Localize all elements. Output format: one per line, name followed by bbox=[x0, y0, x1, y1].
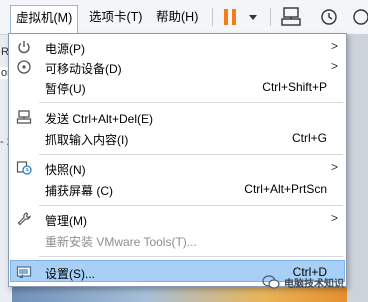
snapshot-icon bbox=[16, 161, 32, 175]
menu-item-capture-screen[interactable]: 捕获屏幕 (C) Ctrl+Alt+PrtScn bbox=[10, 179, 345, 199]
menu-item-label: 快照(N) bbox=[45, 163, 86, 177]
removable-device-icon bbox=[17, 60, 31, 74]
revert-snapshot-icon[interactable] bbox=[350, 5, 368, 29]
menu-item-send-ctrl-alt-del[interactable]: 发送 Ctrl+Alt+Del(E) bbox=[10, 107, 345, 127]
menu-vm-label: 虚拟机(M) bbox=[16, 11, 73, 25]
toolbar-separator bbox=[270, 8, 271, 26]
menu-vm[interactable]: 虚拟机(M) bbox=[10, 5, 79, 35]
submenu-arrow-icon: > bbox=[330, 211, 338, 225]
keyboard-send-icon bbox=[16, 110, 32, 124]
menu-item-label: 抓取输入内容(I) bbox=[45, 133, 129, 147]
settings-icon bbox=[16, 266, 32, 278]
menu-item-label: 电源(P) bbox=[45, 42, 85, 56]
wrench-icon bbox=[17, 212, 31, 226]
menu-help[interactable]: 帮助(H) bbox=[151, 6, 203, 28]
submenu-arrow-icon: > bbox=[330, 160, 338, 174]
menu-item-label: 捕获屏幕 (C) bbox=[45, 184, 113, 198]
snapshot-toolbar-icon[interactable] bbox=[318, 5, 340, 29]
pause-icon[interactable] bbox=[220, 5, 260, 29]
menu-separator bbox=[39, 256, 343, 257]
menu-item-label: 发送 Ctrl+Alt+Del(E) bbox=[45, 112, 154, 126]
menu-tabs-label: 选项卡(T) bbox=[89, 10, 143, 24]
menu-item-label: 重新安装 VMware Tools(T)... bbox=[45, 235, 197, 249]
menu-separator bbox=[39, 102, 343, 103]
menu-separator bbox=[39, 205, 343, 206]
menu-item-shortcut: Ctrl+Alt+PrtScn bbox=[244, 182, 327, 196]
menu-item-label: 设置(S)... bbox=[45, 267, 95, 281]
menu-item-power[interactable]: 电源(P) > bbox=[10, 37, 345, 57]
menu-item-label: 暂停(U) bbox=[45, 82, 86, 96]
menu-item-shortcut: Ctrl+Shift+P bbox=[262, 80, 327, 94]
menu-bar: 虚拟机(M) 选项卡(T) 帮助(H) bbox=[0, 0, 368, 35]
submenu-arrow-icon: > bbox=[330, 59, 338, 73]
menu-item-pause[interactable]: 暂停(U) Ctrl+Shift+P bbox=[10, 77, 345, 97]
menu-item-grab-input[interactable]: 抓取输入内容(I) Ctrl+G bbox=[10, 128, 345, 148]
menu-item-manage[interactable]: 管理(M) > bbox=[10, 209, 345, 229]
menu-item-reinstall-vmware-tools: 重新安装 VMware Tools(T)... bbox=[10, 230, 345, 250]
menu-separator bbox=[39, 154, 343, 155]
menu-item-removable-devices[interactable]: 可移动设备(D) > bbox=[10, 57, 345, 77]
wechat-icon bbox=[262, 275, 280, 289]
toolbar-separator bbox=[212, 8, 213, 26]
menu-item-snapshot[interactable]: 快照(N) > bbox=[10, 158, 345, 178]
background-panel-right bbox=[347, 35, 368, 302]
menu-tabs[interactable]: 选项卡(T) bbox=[84, 6, 147, 28]
menu-item-shortcut: Ctrl+G bbox=[291, 131, 327, 145]
menu-item-label: 可移动设备(D) bbox=[45, 62, 122, 76]
watermark-text: 电脑技术知识 bbox=[284, 279, 344, 290]
send-keys-icon[interactable] bbox=[278, 5, 306, 29]
menu-item-label: 管理(M) bbox=[45, 214, 87, 228]
menu-help-label: 帮助(H) bbox=[156, 10, 199, 24]
submenu-arrow-icon: > bbox=[330, 39, 338, 53]
vm-dropdown-menu: 电源(P) > 可移动设备(D) > 暂停(U) Ctrl+Shift+P 发送… bbox=[8, 33, 347, 287]
power-icon bbox=[18, 41, 30, 54]
